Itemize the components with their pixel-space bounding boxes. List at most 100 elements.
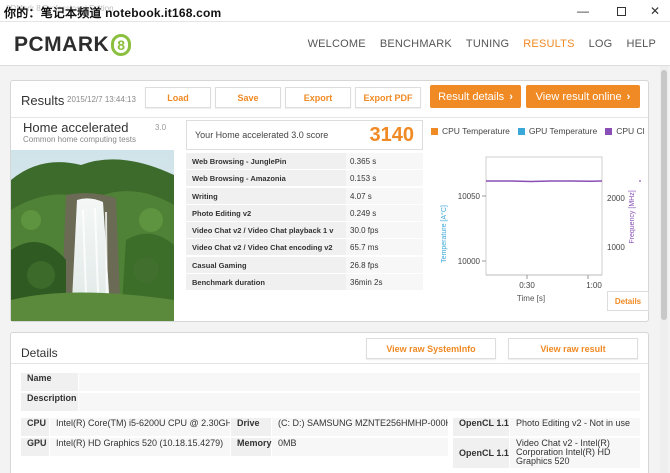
maximize-button[interactable] (604, 0, 638, 22)
results-date: 2015/12/7 13:44:13 (67, 95, 136, 104)
minimize-button[interactable]: — (566, 0, 600, 22)
subscore-name: Benchmark duration (186, 274, 346, 292)
score-label: Your Home accelerated 3.0 score (195, 130, 329, 140)
y-tick-label: 10050 (458, 192, 481, 201)
table-row: Casual Gaming 26.8 fps (186, 256, 423, 274)
result-details-button[interactable]: Result details › (430, 85, 521, 108)
name-label: Name (21, 373, 78, 391)
cpu-value: Intel(R) Core(TM) i5-6200U CPU @ 2.30GHz (50, 418, 230, 436)
app-header: PCMARK 8 WELCOME BENCHMARK TUNING RESULT… (0, 22, 670, 66)
subscore-value: 4.07 s (346, 187, 423, 205)
nav-results[interactable]: RESULTS (523, 38, 574, 50)
benchmark-waterfall-image (11, 150, 174, 321)
close-button[interactable]: ✕ (638, 0, 670, 22)
description-value (79, 393, 640, 411)
results-divider (11, 117, 648, 118)
chart-svg: 10050 10000 2000 1000 0:30 1:00 Time [s]… (440, 156, 641, 303)
load-button[interactable]: Load (145, 87, 211, 108)
plot-area (485, 156, 603, 276)
table-row: Photo Editing v2 0.249 s (186, 204, 423, 222)
scrollbar-thumb[interactable] (661, 70, 667, 320)
series-marker (639, 180, 641, 182)
details-divider (11, 363, 648, 364)
score-box: Your Home accelerated 3.0 score 3140 (186, 120, 423, 150)
view-raw-systeminfo-button[interactable]: View raw SystemInfo (366, 338, 496, 359)
window-titlebar: 3DMark 8 Professional Edition 你的：笔记本频道 n… (0, 0, 670, 22)
gpu-value: Intel(R) HD Graphics 520 (10.18.15.4279) (50, 438, 230, 456)
nav-log[interactable]: LOG (589, 38, 613, 50)
subscore-value: 0.153 s (346, 170, 423, 188)
result-details-label: Result details (438, 90, 505, 103)
table-row: Video Chat v2 / Video Chat encoding v2 65… (186, 239, 423, 257)
watermark-text: 你的：笔记本频道 notebook.it168.com (4, 6, 222, 20)
drive-value: (C: D:) SAMSUNG MZNTE256HMHP-000H1 (272, 418, 448, 436)
view-raw-result-button[interactable]: View raw result (508, 338, 638, 359)
x-tick-label: 0:30 (519, 281, 535, 290)
y2-tick-label: 1000 (607, 243, 625, 252)
results-panel: Results 2015/12/7 13:44:13 Load Save Exp… (10, 80, 649, 322)
subscore-value: 30.0 fps (346, 222, 423, 240)
save-button[interactable]: Save (215, 87, 281, 108)
table-row: Web Browsing - Amazonia 0.153 s (186, 170, 423, 188)
export-button[interactable]: Export (285, 87, 351, 108)
view-online-button[interactable]: View result online › (526, 85, 640, 108)
y2-tick-label: 2000 (607, 194, 625, 203)
opencl-value: Photo Editing v2 - Not in use (510, 418, 640, 436)
y-axis-label-left: Temperature [A°C] (440, 205, 448, 263)
main-nav: WELCOME BENCHMARK TUNING RESULTS LOG HEL… (294, 38, 656, 50)
subscore-name: Web Browsing - Amazonia (186, 170, 346, 188)
memory-value: 0MB (272, 438, 448, 456)
y-axis-label-right: Frequency [MHz] (629, 190, 636, 243)
subscore-value: 36min 2s (346, 274, 423, 292)
subscore-value: 26.8 fps (346, 256, 423, 274)
nav-help[interactable]: HELP (626, 38, 656, 50)
opencl-value: Video Chat v2 - Intel(R) Corporation Int… (510, 438, 640, 468)
opencl-label: OpenCL 1.1 (453, 438, 509, 468)
subscore-value: 0.249 s (346, 204, 423, 222)
results-title: Results (21, 93, 65, 108)
details-title: Details (21, 346, 58, 360)
subscore-value: 0.365 s (346, 153, 423, 170)
maximize-icon (616, 6, 626, 16)
chevron-right-icon: › (509, 90, 513, 103)
logo-text: PCMARK (14, 33, 110, 56)
scrollbar[interactable] (660, 66, 668, 473)
name-value (79, 373, 640, 391)
memory-label: Memory (231, 438, 272, 456)
subscore-name: Writing (186, 187, 346, 205)
chart-details-button[interactable]: Details (607, 291, 649, 311)
minimize-icon: — (577, 4, 589, 18)
table-row: Writing 4.07 s (186, 187, 423, 205)
subscore-name: Photo Editing v2 (186, 204, 346, 222)
score-value: 3140 (369, 123, 415, 146)
cpu-clock-line (486, 180, 603, 183)
benchmark-subtitle: Common home computing tests (23, 135, 136, 144)
close-icon: ✕ (649, 4, 661, 18)
table-row: Benchmark duration 36min 2s (186, 274, 423, 292)
export-pdf-button[interactable]: Export PDF (355, 87, 421, 108)
details-panel: Details View raw SystemInfo View raw res… (10, 332, 649, 473)
subscore-value: 65.7 ms (346, 239, 423, 257)
pcmark-logo: PCMARK 8 (14, 33, 132, 57)
x-tick-label: 1:00 (586, 281, 602, 290)
cpu-label: CPU (21, 418, 49, 436)
drive-label: Drive (231, 418, 271, 436)
subscore-name: Video Chat v2 / Video Chat encoding v2 (186, 239, 346, 257)
x-axis-label: Time [s] (517, 294, 545, 303)
subscore-name: Web Browsing - JunglePin (186, 153, 346, 170)
gpu-label: GPU (21, 438, 49, 456)
nav-welcome[interactable]: WELCOME (308, 38, 366, 50)
nav-benchmark[interactable]: BENCHMARK (380, 38, 452, 50)
y-tick-label: 10000 (458, 257, 481, 266)
nav-tuning[interactable]: TUNING (466, 38, 509, 50)
table-row: Web Browsing - JunglePin 0.365 s (186, 153, 423, 170)
monitoring-chart: CPU Temperature GPU Temperature CPU Cl 1… (431, 119, 649, 319)
subscore-name: Video Chat v2 / Video Chat playback 1 v (186, 222, 346, 240)
subscore-table: Web Browsing - JunglePin 0.365 s Web Brow… (186, 153, 423, 292)
opencl-label: OpenCL 1.1 (453, 418, 509, 436)
benchmark-version: 3.0 (155, 123, 167, 132)
chevron-right-icon: › (626, 90, 631, 103)
description-label: Description (21, 393, 78, 411)
table-row: Video Chat v2 / Video Chat playback 1 v3… (186, 222, 423, 240)
subscore-name: Casual Gaming (186, 256, 346, 274)
